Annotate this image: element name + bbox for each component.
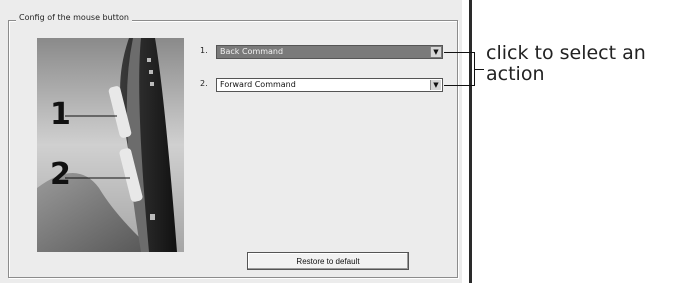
annotation-line-1 <box>444 52 475 53</box>
select-2-value: Forward Command <box>220 80 296 89</box>
button-1-action-select[interactable]: Back Command ▼ <box>216 45 443 59</box>
button-2-action-select[interactable]: Forward Command ▼ <box>216 78 443 92</box>
dropdown-arrow-icon[interactable]: ▼ <box>430 47 441 57</box>
button-2-callout: 2 <box>50 157 71 192</box>
group-title: Config of the mouse button <box>16 13 132 22</box>
annotation-text: click to select an action <box>486 42 646 85</box>
button-1-callout: 1 <box>50 97 71 132</box>
select-1-value: Back Command <box>220 47 284 56</box>
annotation-pointer <box>474 69 484 70</box>
select-1-number: 1. <box>200 46 208 55</box>
mouse-side-image <box>37 38 184 252</box>
mouse-illustration <box>37 38 184 252</box>
dropdown-arrow-icon[interactable]: ▼ <box>430 80 441 90</box>
panel-border <box>469 0 472 283</box>
select-2-number: 2. <box>200 79 208 88</box>
annotation-line-2 <box>444 85 475 86</box>
restore-default-button[interactable]: Restore to default <box>247 252 409 270</box>
